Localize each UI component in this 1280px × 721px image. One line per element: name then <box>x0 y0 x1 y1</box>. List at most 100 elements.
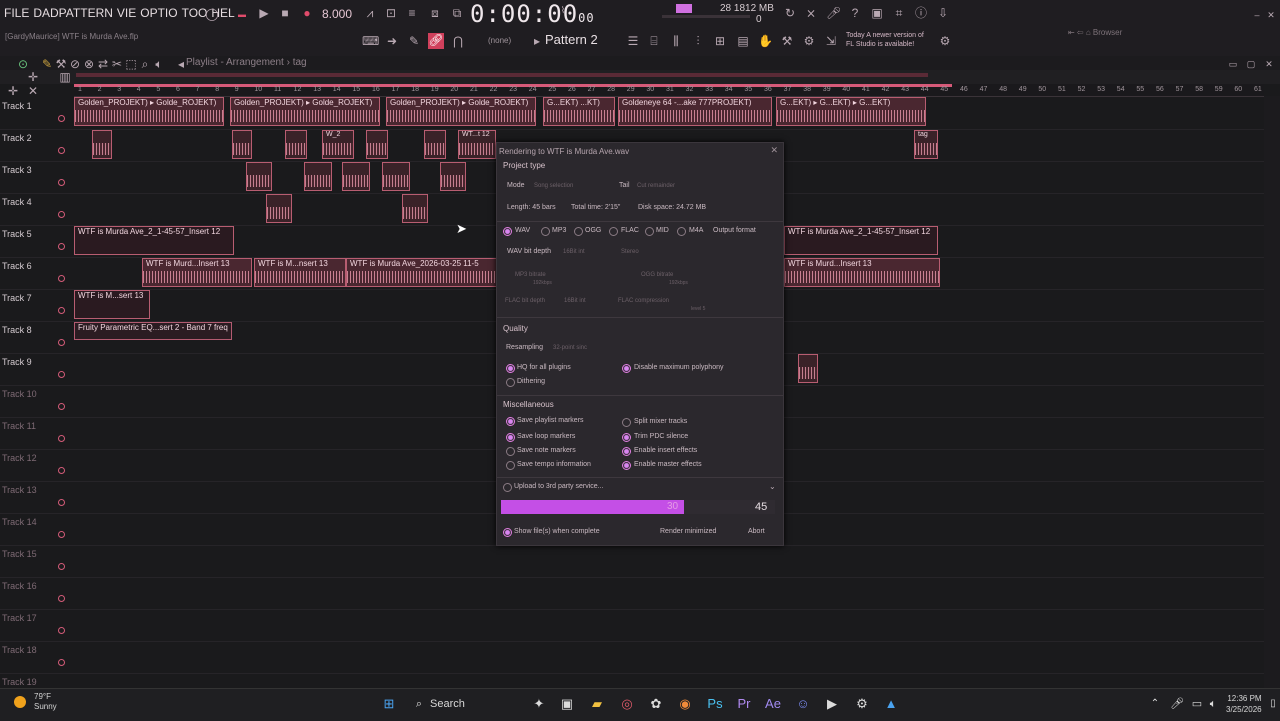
wait-icon[interactable]: ⊡ <box>384 6 398 20</box>
track-label[interactable]: Track 1 <box>2 101 32 111</box>
playback-icon[interactable]: 🔈︎ <box>152 57 166 71</box>
track-label[interactable]: Track 5 <box>2 229 32 239</box>
mid-radio[interactable] <box>645 227 654 236</box>
help-icon[interactable]: ? <box>848 6 862 20</box>
audio-clip[interactable] <box>285 130 307 159</box>
enable-master-checkbox[interactable] <box>622 461 631 470</box>
track-label[interactable]: Track 9 <box>2 357 32 367</box>
wav-bit-depth-select[interactable]: 16Bit int <box>563 249 585 255</box>
trim-pdc-label[interactable]: Trim PDC silence <box>634 433 688 440</box>
mode-select[interactable]: Song selection <box>534 183 573 189</box>
info-icon[interactable]: ⓘ <box>914 6 928 20</box>
track-mute-indicator[interactable] <box>58 595 65 602</box>
mixer-icon-2[interactable]: ⫶ <box>691 34 705 48</box>
dithering-checkbox[interactable] <box>506 378 515 387</box>
premiere-icon[interactable]: Pr <box>735 695 753 713</box>
microphone-icon[interactable]: 🎤︎ <box>826 6 841 20</box>
audio-clip[interactable]: W_2 <box>322 130 354 159</box>
save-tempo-label[interactable]: Save tempo information <box>517 461 591 468</box>
format-m4a[interactable]: M4A <box>689 227 703 234</box>
enable-insert-checkbox[interactable] <box>622 447 631 456</box>
hq-plugins-checkbox[interactable] <box>506 364 515 373</box>
track-label[interactable]: Track 13 <box>2 485 37 495</box>
mic-tray-icon[interactable]: 🎤︎ <box>1168 695 1186 713</box>
touch-icon[interactable]: ✋ <box>758 34 773 48</box>
playlist-arrow-icon[interactable]: ◂ <box>174 57 188 71</box>
track-mute-indicator[interactable] <box>58 115 65 122</box>
discord-icon[interactable]: ☺ <box>794 695 812 713</box>
settings-icon[interactable]: ⚙ <box>938 34 952 48</box>
format-wav[interactable]: WAV <box>515 227 530 234</box>
menu-view[interactable]: VIE <box>117 6 136 20</box>
plugin-icon[interactable]: ⌗ <box>892 6 906 20</box>
close-icon[interactable]: ✕ <box>770 145 778 156</box>
tray-chevron-icon[interactable]: ⌃ <box>1146 695 1164 713</box>
pattern-arrow-icon[interactable]: ▸ <box>530 34 544 48</box>
menu-tools[interactable]: TOO <box>182 6 208 20</box>
media-player-icon[interactable]: ▶ <box>823 695 841 713</box>
format-mid[interactable]: MID <box>656 227 669 234</box>
disable-poly-label[interactable]: Disable maximum polyphony <box>634 364 723 371</box>
firefox-icon[interactable]: ◉ <box>676 695 694 713</box>
steam-icon[interactable]: ⚙ <box>853 695 871 713</box>
record-icon[interactable]: ● <box>300 6 314 20</box>
audio-clip[interactable]: WTF is M...sert 13 <box>74 290 150 319</box>
track-label[interactable]: Track 10 <box>2 389 37 399</box>
play-icon[interactable]: ▶ <box>257 6 271 20</box>
track-label[interactable]: Track 6 <box>2 261 32 271</box>
audio-clip[interactable] <box>402 194 428 223</box>
track-row[interactable]: Track 18 <box>0 641 1264 674</box>
track-label[interactable]: Track 17 <box>2 613 37 623</box>
magnet-icon[interactable]: ⋂ <box>451 34 465 48</box>
render-minimized-button[interactable]: Render minimized <box>660 528 716 535</box>
audio-clip[interactable]: WTF is Murda Ave_2_1-45-57_Insert 12 <box>74 226 234 255</box>
track-label[interactable]: Track 15 <box>2 549 37 559</box>
track-row[interactable]: Track 17 <box>0 609 1264 642</box>
paint-icon[interactable]: ⚒ <box>54 57 68 71</box>
menu-edit-add-pattern[interactable]: DADPATTERN <box>33 6 113 20</box>
audio-clip[interactable]: WTF is Murd...Insert 13 <box>784 258 940 287</box>
keyboard-icon[interactable]: ⌨ <box>362 34 379 48</box>
track-mute-indicator[interactable] <box>58 307 65 314</box>
channel-rack-icon[interactable]: ⫼ <box>669 34 683 48</box>
save-note-checkbox[interactable] <box>506 447 515 456</box>
audio-clip[interactable] <box>92 130 112 159</box>
countdown-icon[interactable]: ≡ <box>405 6 419 20</box>
automation-clip[interactable]: Fruity Parametric EQ...sert 2 - Band 7 f… <box>74 322 232 340</box>
track-mute-indicator[interactable] <box>58 243 65 250</box>
audio-clip[interactable]: WTF is M...nsert 13 <box>254 258 346 287</box>
audio-clip[interactable]: Goldeneye 64 -...ake 777PROJEKT) <box>618 97 772 126</box>
track-mute-indicator[interactable] <box>58 563 65 570</box>
format-mp3[interactable]: MP3 <box>552 227 566 234</box>
m4a-radio[interactable] <box>677 227 686 236</box>
draw-icon[interactable]: ✎ <box>407 34 421 48</box>
audio-clip[interactable]: WTF is Murd...Insert 13 <box>142 258 252 287</box>
snap-icon[interactable]: ⊙ <box>16 57 30 71</box>
pattern-selector[interactable]: Pattern 2 <box>545 32 598 47</box>
browser-tab[interactable]: ⇤ ⇦ ⌂ Browser <box>1068 28 1122 37</box>
audio-clip[interactable]: Golden_PROJEKT) ▸ Golde_ROJEKT) <box>386 97 536 126</box>
export-icon[interactable]: ⇩ <box>936 6 950 20</box>
audio-clip[interactable]: Golden_PROJEKT) ▸ Golde_ROJEKT) <box>74 97 224 126</box>
flac-radio[interactable] <box>609 227 618 236</box>
export-icon-2[interactable]: ⇲ <box>824 34 838 48</box>
track-mute-indicator[interactable] <box>58 275 65 282</box>
track-mute-indicator[interactable] <box>58 531 65 538</box>
track-mute-indicator[interactable] <box>58 147 65 154</box>
select-icon[interactable]: ⬚ <box>124 57 138 71</box>
track-label[interactable]: Track 2 <box>2 133 32 143</box>
upload-label[interactable]: Upload to 3rd party service... <box>514 483 604 490</box>
track-row[interactable]: Track 16 <box>0 577 1264 610</box>
track-mute-indicator[interactable] <box>58 499 65 506</box>
audio-clip[interactable] <box>266 194 292 223</box>
track-label[interactable]: Track 4 <box>2 197 32 207</box>
weather-widget[interactable]: 79°F Sunny <box>34 692 57 712</box>
audio-clip[interactable] <box>798 354 818 383</box>
playlist-icon[interactable]: ☰ <box>626 34 640 48</box>
playlist-maximize-icon[interactable]: ▢ <box>1244 57 1258 71</box>
save-loop-checkbox[interactable] <box>506 433 515 442</box>
trim-pdc-checkbox[interactable] <box>622 433 631 442</box>
audio-clip[interactable]: WTF is Murda Ave_2_1-45-57_Insert 12 <box>784 226 938 255</box>
tempo-display[interactable]: 8.000 <box>322 7 352 21</box>
arrow-icon[interactable]: ➜ <box>385 34 399 48</box>
